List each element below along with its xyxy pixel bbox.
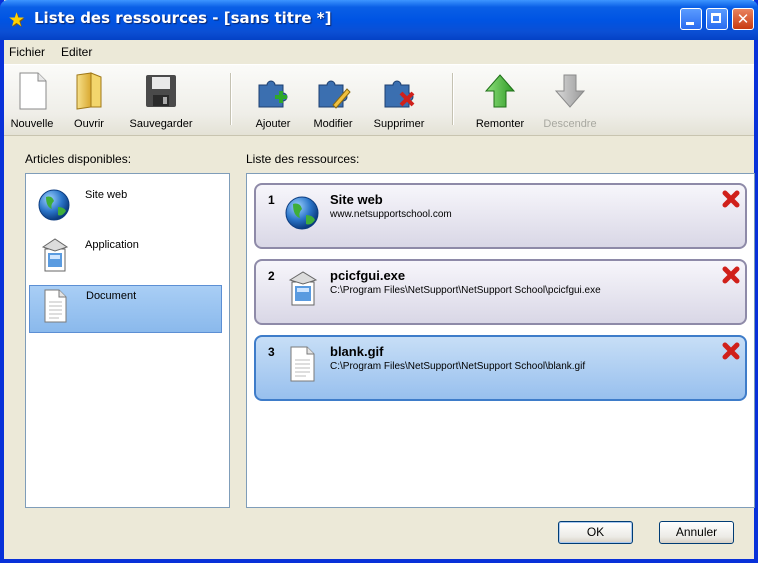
resource-number: 1 — [268, 193, 275, 207]
document-icon — [290, 346, 315, 382]
move-down-button-label: Descendre — [543, 118, 597, 130]
available-item-label: Document — [86, 290, 137, 302]
available-item-document[interactable]: Document — [29, 285, 222, 333]
window-title: Liste des ressources - [sans titre *] — [34, 9, 332, 27]
puzzle-add-icon — [258, 80, 288, 108]
save-button-label: Sauvegarder — [129, 118, 193, 130]
available-item-application[interactable]: Application — [29, 235, 222, 283]
resource-path: C:\Program Files\NetSupport\NetSupport S… — [330, 361, 586, 372]
new-button-label: Nouvelle — [10, 118, 54, 130]
remove-resource-icon[interactable] — [721, 189, 741, 209]
cancel-button[interactable]: Annuler — [659, 521, 734, 544]
move-up-button-label: Remonter — [475, 118, 525, 130]
resource-number: 3 — [268, 345, 275, 359]
available-item-label: Application — [85, 239, 139, 251]
maximize-button[interactable] — [706, 8, 728, 30]
resource-card-3[interactable]: 3 blank.gif C:\Program Files\NetSupport\… — [254, 335, 747, 401]
resource-name: blank.gif — [330, 344, 384, 359]
puzzle-edit-icon — [318, 80, 351, 109]
document-icon — [44, 289, 67, 323]
menu-fichier[interactable]: Fichier — [9, 45, 45, 59]
add-button-label: Ajouter — [255, 118, 291, 130]
new-button[interactable]: Nouvelle — [6, 71, 58, 130]
menu-editer[interactable]: Editer — [61, 45, 92, 59]
arrow-down-icon — [554, 74, 586, 108]
application-icon — [288, 271, 318, 306]
move-up-button[interactable]: Remonter — [470, 71, 530, 130]
available-item-label: Site web — [85, 189, 128, 201]
resource-path: www.netsupportschool.com — [330, 209, 452, 220]
open-button-label: Ouvrir — [74, 118, 104, 130]
close-button[interactable]: ✕ — [732, 8, 754, 30]
title-bar[interactable]: ★ Liste des ressources - [sans titre *] … — [0, 0, 758, 40]
resource-card-2[interactable]: 2 pcicfgui.exe C:\Program Files\NetSuppo… — [254, 259, 747, 325]
new-document-icon — [19, 72, 47, 110]
application-icon — [41, 238, 69, 272]
resource-name: Site web — [330, 192, 383, 207]
resource-card-1[interactable]: 1 Site web www.netsupportschool.com — [254, 183, 747, 249]
save-button[interactable]: Sauvegarder — [120, 71, 202, 130]
arrow-up-icon — [484, 74, 516, 108]
globe-icon — [285, 196, 319, 230]
puzzle-delete-icon — [384, 80, 415, 108]
add-button[interactable]: Ajouter — [248, 71, 298, 130]
globe-icon — [38, 189, 70, 221]
folder-icon — [76, 72, 102, 110]
resource-path: C:\Program Files\NetSupport\NetSupport S… — [330, 285, 601, 296]
floppy-disk-icon — [146, 75, 176, 107]
close-icon: ✕ — [736, 10, 750, 28]
remove-resource-icon[interactable] — [721, 265, 741, 285]
edit-button-label: Modifier — [313, 118, 353, 130]
star-icon: ★ — [8, 9, 26, 31]
resource-list-window: ★ Liste des ressources - [sans titre *] … — [0, 0, 758, 563]
menu-bar: Fichier Editer — [4, 40, 754, 62]
resource-name: pcicfgui.exe — [330, 268, 406, 283]
remove-resource-icon[interactable] — [721, 341, 741, 361]
available-items-heading: Articles disponibles: — [25, 152, 132, 166]
ok-button[interactable]: OK — [558, 521, 633, 544]
minimize-button[interactable] — [680, 8, 702, 30]
move-down-button[interactable]: Descendre — [536, 71, 604, 130]
available-item-website[interactable]: Site web — [29, 185, 222, 233]
toolbar-separator — [452, 73, 454, 125]
edit-button[interactable]: Modifier — [306, 71, 360, 130]
resource-number: 2 — [268, 269, 275, 283]
delete-button-label: Supprimer — [373, 118, 425, 130]
delete-button[interactable]: Supprimer — [366, 71, 432, 130]
resource-list-heading: Liste des ressources: — [246, 152, 360, 166]
toolbar-separator — [230, 73, 232, 125]
open-button[interactable]: Ouvrir — [68, 71, 110, 130]
resource-list-panel: 1 Site web www.netsupportschool.com 2 pc… — [246, 173, 755, 508]
toolbar: Nouvelle Ouvrir Sauvegarder Ajouter Modi… — [4, 64, 754, 136]
available-items-panel: Site web Application Document — [25, 173, 230, 508]
